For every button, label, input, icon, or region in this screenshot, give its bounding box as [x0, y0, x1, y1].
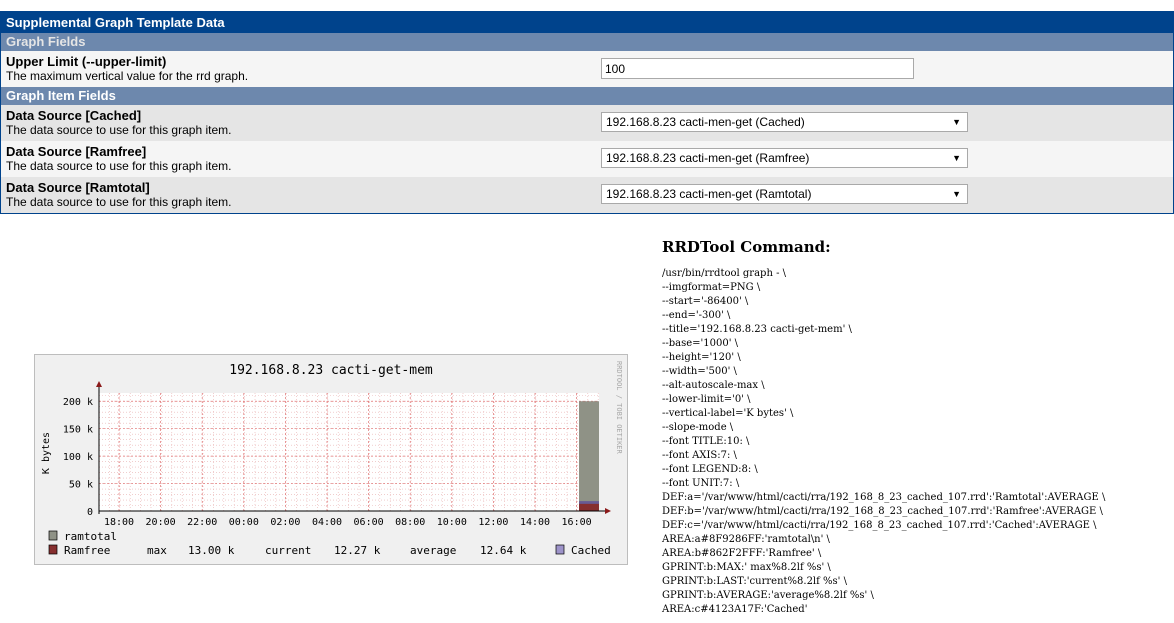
x-tick-label: 04:00 [312, 517, 342, 528]
x-tick-label: 16:00 [562, 517, 592, 528]
command-line: AREA:b#862F2FFF:'Ramfree' \ [662, 548, 822, 559]
section-header-graph-fields: Graph Fields [1, 33, 1173, 51]
rrdtool-command-block: /usr/bin/rrdtool graph - \ --imgformat=PN… [662, 267, 1105, 617]
command-line: --base='1000' \ [662, 338, 739, 349]
command-line: GPRINT:b:LAST:'current%8.2lf %s' \ [662, 576, 847, 587]
data-source-select-ramtotal[interactable]: 192.168.8.23 cacti-men-get (Ramtotal) ▼ [601, 184, 968, 204]
command-line: --slope-mode \ [662, 422, 734, 433]
x-tick-label: 20:00 [146, 517, 176, 528]
command-line: /usr/bin/rrdtool graph - \ [662, 268, 786, 279]
data-source-description: The data source to use for this graph it… [6, 123, 232, 137]
select-value: 192.168.8.23 cacti-men-get (Ramtotal) [606, 187, 812, 201]
data-source-select-ramfree[interactable]: 192.168.8.23 cacti-men-get (Ramfree) ▼ [601, 148, 968, 168]
legend-current-value: 12.27 k [334, 544, 381, 557]
x-tick-label: 02:00 [270, 517, 300, 528]
rrdtool-command-title: RRDTool Command: [662, 238, 831, 256]
data-source-select-cached[interactable]: 192.168.8.23 cacti-men-get (Cached) ▼ [601, 112, 968, 132]
graph-title: 192.168.8.23 cacti-get-mem [229, 363, 433, 378]
command-line: --title='192.168.8.23 cacti-get-mem' \ [662, 324, 852, 335]
data-source-label: Data Source [Ramtotal] [6, 180, 150, 195]
data-source-label-group: Data Source [Ramtotal] The data source t… [6, 180, 231, 210]
data-source-label: Data Source [Ramfree] [6, 144, 147, 159]
rrdtool-watermark: RRDTOOL / TOBI OETIKER [615, 361, 623, 455]
data-source-row-ramtotal: Data Source [Ramtotal] The data source t… [1, 177, 1173, 213]
x-tick-label: 18:00 [104, 517, 134, 528]
section-header-graph-item-fields: Graph Item Fields [1, 87, 1173, 105]
upper-limit-row: Upper Limit (--upper-limit) The maximum … [1, 51, 1173, 87]
command-line: --width='500' \ [662, 366, 737, 377]
upper-limit-label: Upper Limit (--upper-limit) [6, 54, 167, 69]
data-source-description: The data source to use for this graph it… [6, 195, 232, 209]
data-source-row-cached: Data Source [Cached] The data source to … [1, 105, 1173, 141]
command-line: AREA:c#4123A17F:'Cached' [662, 604, 808, 615]
dropdown-arrow-icon: ▼ [952, 117, 961, 127]
area-ramtotal [579, 401, 599, 511]
x-tick-label: 08:00 [395, 517, 425, 528]
legend-max-value: 13.00 k [188, 544, 235, 557]
supplemental-graph-template-panel: Supplemental Graph Template Data Graph F… [0, 11, 1174, 214]
command-line: GPRINT:b:MAX:' max%8.2lf %s' \ [662, 562, 831, 573]
plot-area [99, 393, 599, 511]
panel-title: Supplemental Graph Template Data [1, 12, 1173, 33]
upper-limit-description: The maximum vertical value for the rrd g… [6, 69, 249, 83]
command-line: --font UNIT:7: \ [662, 478, 740, 489]
y-tick-label: 200 k [63, 397, 93, 408]
x-tick-label: 12:00 [478, 517, 508, 528]
x-axis-arrow-icon [605, 508, 611, 514]
command-line: --font LEGEND:8: \ [662, 464, 758, 475]
command-line: --font TITLE:10: \ [662, 436, 750, 447]
command-line: DEF:b='/var/www/html/cacti/rra/192_168_8… [662, 506, 1103, 517]
command-line: --font AXIS:7: \ [662, 450, 737, 461]
legend-swatch-ramtotal [48, 530, 58, 541]
legend-average-value: 12.64 k [480, 544, 527, 557]
legend-swatch-cached [555, 544, 565, 555]
data-source-label-group: Data Source [Cached] The data source to … [6, 108, 231, 138]
select-value: 192.168.8.23 cacti-men-get (Ramfree) [606, 151, 810, 165]
command-line: --alt-autoscale-max \ [662, 380, 765, 391]
x-tick-label: 14:00 [520, 517, 550, 528]
y-tick-label: 50 k [69, 480, 93, 491]
data-source-label-group: Data Source [Ramfree] The data source to… [6, 144, 231, 174]
y-tick-label: 100 k [63, 452, 93, 463]
x-tick-label: 10:00 [437, 517, 467, 528]
data-source-label: Data Source [Cached] [6, 108, 142, 123]
legend-swatch-ramfree [48, 544, 58, 555]
command-line: --imgformat=PNG \ [662, 282, 761, 293]
select-value: 192.168.8.23 cacti-men-get (Cached) [606, 115, 805, 129]
data-source-description: The data source to use for this graph it… [6, 159, 232, 173]
command-line: GPRINT:b:AVERAGE:'average%8.2lf %s' \ [662, 590, 874, 601]
data-source-row-ramfree: Data Source [Ramfree] The data source to… [1, 141, 1173, 177]
x-tick-label: 06:00 [354, 517, 384, 528]
y-axis-arrow-icon [96, 381, 102, 387]
command-line: DEF:c='/var/www/html/cacti/rra/192_168_8… [662, 520, 1097, 531]
command-line: --vertical-label='K bytes' \ [662, 408, 794, 419]
legend-current-label: current [265, 544, 311, 557]
y-tick-label: 0 [87, 507, 93, 518]
command-line: --lower-limit='0' \ [662, 394, 751, 405]
rrd-graph-svg: 200 k 150 k 100 k 50 k 0 18:00 20:00 22:00 00:00… [41, 361, 623, 557]
command-line: --start='-86400' \ [662, 296, 749, 307]
area-ramfree [579, 503, 599, 511]
command-line: --end='-300' \ [662, 310, 731, 321]
dropdown-arrow-icon: ▼ [952, 189, 961, 199]
command-line: DEF:a='/var/www/html/cacti/rra/192_168_8… [662, 492, 1106, 503]
legend-label-cached: Cached [571, 544, 611, 557]
legend-label-ramfree: Ramfree [64, 544, 110, 557]
y-tick-label: 150 k [63, 425, 93, 436]
rrd-graph-image: 200 k 150 k 100 k 50 k 0 18:00 20:00 22:00 00:00… [34, 354, 628, 565]
upper-limit-label-group: Upper Limit (--upper-limit) The maximum … [6, 54, 248, 84]
x-tick-label: 22:00 [187, 517, 217, 528]
legend-label-ramtotal: ramtotal [64, 530, 117, 543]
y-axis-label: K bytes [41, 432, 52, 474]
upper-limit-input[interactable] [601, 58, 914, 79]
legend-average-label: average [410, 544, 456, 557]
dropdown-arrow-icon: ▼ [952, 153, 961, 163]
legend-max-label: max [147, 544, 167, 557]
command-line: --height='120' \ [662, 352, 741, 363]
command-line: AREA:a#8F9286FF:'ramtotal\n' \ [662, 534, 830, 545]
x-tick-label: 00:00 [229, 517, 259, 528]
